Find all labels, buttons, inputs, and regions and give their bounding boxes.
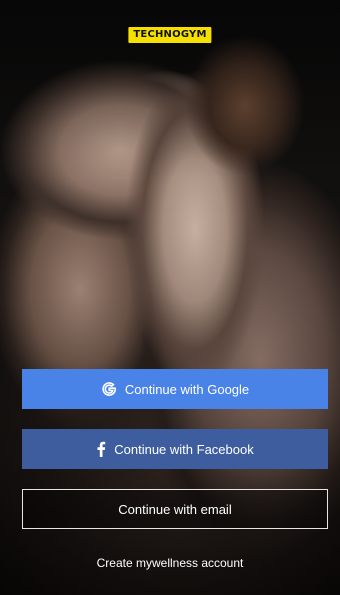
google-button-label: Continue with Google — [124, 381, 250, 397]
continue-with-facebook-button[interactable]: Continue with Facebook — [22, 429, 328, 469]
email-button-label: Continue with email — [118, 501, 232, 517]
google-g-icon — [101, 381, 117, 397]
create-account-link[interactable]: Create mywellness account — [0, 556, 340, 570]
facebook-f-icon — [96, 441, 106, 457]
technogym-logo: TECHNOGYM — [128, 27, 212, 43]
continue-with-google-button[interactable]: Continue with Google — [22, 369, 328, 409]
continue-with-email-button[interactable]: Continue with email — [22, 489, 328, 529]
login-screen: TECHNOGYM Continue with Google Continue … — [0, 0, 340, 595]
facebook-button-label: Continue with Facebook — [114, 441, 254, 457]
